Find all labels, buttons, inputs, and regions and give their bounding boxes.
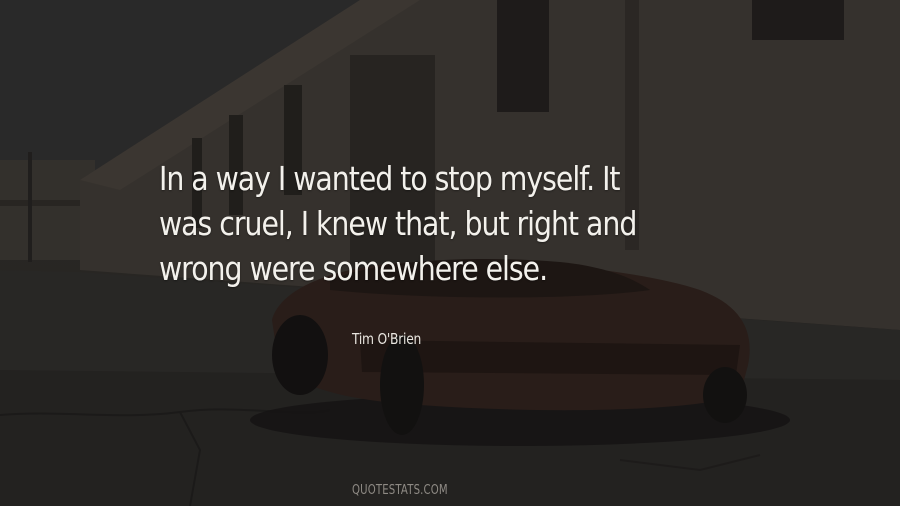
quote-image: In a way I wanted to stop myself. It was…	[0, 0, 900, 506]
site-watermark: QUOTESTATS.COM	[352, 483, 448, 498]
quote-text: In a way I wanted to stop myself. It was…	[159, 156, 675, 291]
quote-line: wrong were somewhere else.	[159, 249, 548, 288]
quote-line: was cruel, I knew that, but right and	[159, 204, 637, 243]
quote-line: In a way I wanted to stop myself. It	[159, 159, 621, 198]
quote-author: Tim O'Brien	[352, 330, 422, 348]
